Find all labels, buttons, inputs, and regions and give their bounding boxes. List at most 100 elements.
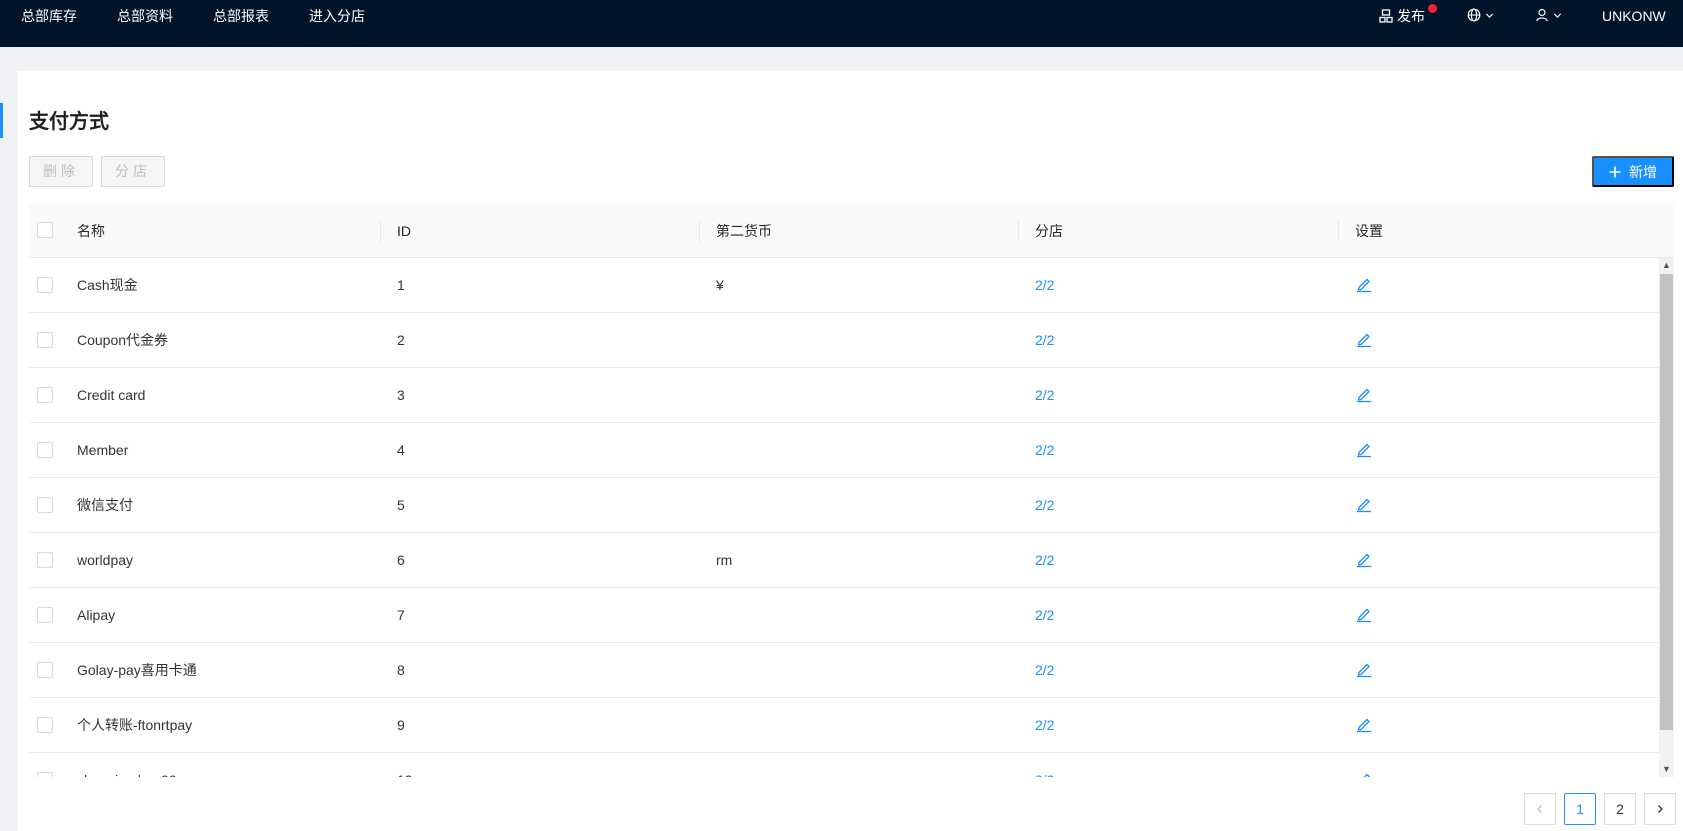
publish-icon — [1379, 9, 1393, 23]
column-header-settings[interactable]: 设置 — [1355, 222, 1383, 240]
page-button-2[interactable]: 2 — [1604, 793, 1636, 825]
cell-name: Credit card — [77, 387, 146, 403]
cell-id: 10 — [397, 771, 413, 777]
row-checkbox[interactable] — [37, 497, 53, 513]
cell-id: 9 — [397, 717, 405, 733]
column-header-name[interactable]: 名称 — [77, 222, 105, 240]
edit-icon[interactable] — [1355, 660, 1373, 678]
row-checkbox[interactable] — [37, 607, 53, 623]
publish-button[interactable]: 发布 — [1379, 8, 1425, 24]
edit-icon[interactable] — [1355, 275, 1373, 293]
add-button-label: 新增 — [1629, 163, 1657, 180]
table-row: Cash现金 1 ¥2/2 — [29, 258, 1659, 313]
table-row: Golay-pay喜用卡通 8 2/2 — [29, 643, 1659, 698]
branch-button[interactable]: 分店 — [101, 156, 165, 187]
column-divider — [699, 220, 700, 242]
cell-branch-link[interactable]: 2/2 — [1035, 716, 1054, 734]
cell-branch-link[interactable]: 2/2 — [1035, 771, 1054, 777]
cell-branch-link[interactable]: 2/2 — [1035, 551, 1054, 569]
scroll-up-icon[interactable]: ▲ — [1659, 258, 1674, 273]
cell-branch-link[interactable]: 2/2 — [1035, 606, 1054, 624]
cell-name: Golay-pay喜用卡通 — [77, 662, 197, 678]
row-checkbox[interactable] — [37, 772, 53, 777]
column-divider — [1338, 220, 1339, 242]
nav-item-enter-branch[interactable]: 进入分店 — [309, 8, 365, 24]
page-title: 支付方式 — [29, 111, 109, 133]
prev-page-button[interactable] — [1524, 793, 1556, 825]
edit-icon[interactable] — [1355, 770, 1373, 777]
cell-id: 6 — [397, 552, 405, 568]
row-checkbox[interactable] — [37, 387, 53, 403]
cell-branch-link[interactable]: 2/2 — [1035, 661, 1054, 679]
cell-name: Coupon代金券 — [77, 332, 169, 348]
chevron-right-icon — [1658, 805, 1663, 813]
cell-branch-link[interactable]: 2/2 — [1035, 331, 1054, 349]
cell-id: 2 — [397, 332, 405, 348]
edit-icon[interactable] — [1355, 440, 1373, 458]
table-row: Alipay 7 2/2 — [29, 588, 1659, 643]
cell-branch-link[interactable]: 2/2 — [1035, 441, 1054, 459]
table-scrollbar[interactable]: ▲ ▼ — [1659, 258, 1674, 777]
column-header-id[interactable]: ID — [397, 222, 411, 240]
row-checkbox[interactable] — [37, 662, 53, 678]
cell-id: 8 — [397, 662, 405, 678]
edit-icon[interactable] — [1355, 330, 1373, 348]
cell-id: 7 — [397, 607, 405, 623]
publish-label: 发布 — [1397, 8, 1425, 24]
row-checkbox[interactable] — [37, 277, 53, 293]
cell-branch-link[interactable]: 2/2 — [1035, 276, 1054, 294]
cell-name: Alipay — [77, 607, 116, 623]
delete-button[interactable]: 删除 — [29, 156, 93, 187]
row-checkbox[interactable] — [37, 552, 53, 568]
cell-name: worldpay — [77, 552, 134, 568]
plus-icon — [1609, 166, 1621, 177]
column-header-branch[interactable]: 分店 — [1035, 222, 1063, 240]
table-row: Coupon代金券 2 2/2 — [29, 313, 1659, 368]
edit-icon[interactable] — [1355, 550, 1373, 568]
nav-item-hq-data[interactable]: 总部资料 — [117, 8, 173, 24]
cell-name: Member — [77, 442, 129, 458]
edit-icon[interactable] — [1355, 605, 1373, 623]
edit-icon[interactable] — [1355, 385, 1373, 403]
cell-second-currency: ¥ — [716, 277, 724, 293]
username[interactable]: UNKONW — [1602, 8, 1666, 24]
table-row: Member 4 2/2 — [29, 423, 1659, 478]
cell-branch-link[interactable]: 2/2 — [1035, 386, 1054, 404]
table-row: worldpay 6 rm 2/2 — [29, 533, 1659, 588]
user-menu[interactable] — [1535, 8, 1562, 22]
row-checkbox[interactable] — [37, 442, 53, 458]
scroll-thumb[interactable] — [1660, 274, 1673, 730]
cell-name: shopping bao99 — [77, 771, 177, 777]
edit-icon[interactable] — [1355, 495, 1373, 513]
chevron-down-icon — [1553, 12, 1562, 18]
language-switcher[interactable] — [1467, 8, 1494, 22]
column-header-second-currency[interactable]: 第二货币 — [716, 222, 772, 240]
table-body: Cash现金 1 ¥2/2 Coupon代金券 2 2/2 Credit card 3 2/2 M… — [29, 258, 1659, 777]
column-divider — [1018, 220, 1019, 242]
chevron-left-icon — [1537, 805, 1542, 813]
user-icon — [1536, 8, 1548, 22]
row-checkbox[interactable] — [37, 332, 53, 348]
row-checkbox[interactable] — [37, 717, 53, 733]
page-button-1[interactable]: 1 — [1564, 793, 1596, 825]
table-row: 个人转账-ftonrtpay 9 2/2 — [29, 698, 1659, 753]
cell-id: 1 — [397, 277, 405, 293]
cell-name: 微信支付 — [77, 497, 133, 513]
next-page-button[interactable] — [1644, 793, 1676, 825]
cell-id: 3 — [397, 387, 405, 403]
nav-item-hq-reports[interactable]: 总部报表 — [213, 8, 269, 24]
top-navbar: 总部库存 总部资料 总部报表 进入分店 发布 UNKONW — [0, 0, 1683, 47]
cell-name: 个人转账-ftonrtpay — [77, 717, 193, 733]
table-row: Credit card 3 2/2 — [29, 368, 1659, 423]
select-all-checkbox[interactable] — [37, 222, 53, 238]
nav-item-hq-inventory[interactable]: 总部库存 — [21, 8, 77, 24]
sidebar-collapsed-indicator — [0, 103, 3, 138]
table-row: shopping bao99 10 2/2 — [29, 753, 1659, 777]
cell-id: 4 — [397, 442, 405, 458]
cell-branch-link[interactable]: 2/2 — [1035, 496, 1054, 514]
table-row: 微信支付 5 2/2 — [29, 478, 1659, 533]
add-button[interactable]: 新增 — [1592, 156, 1674, 187]
edit-icon[interactable] — [1355, 715, 1373, 733]
scroll-down-icon[interactable]: ▼ — [1659, 762, 1674, 777]
chevron-down-icon — [1485, 12, 1494, 18]
